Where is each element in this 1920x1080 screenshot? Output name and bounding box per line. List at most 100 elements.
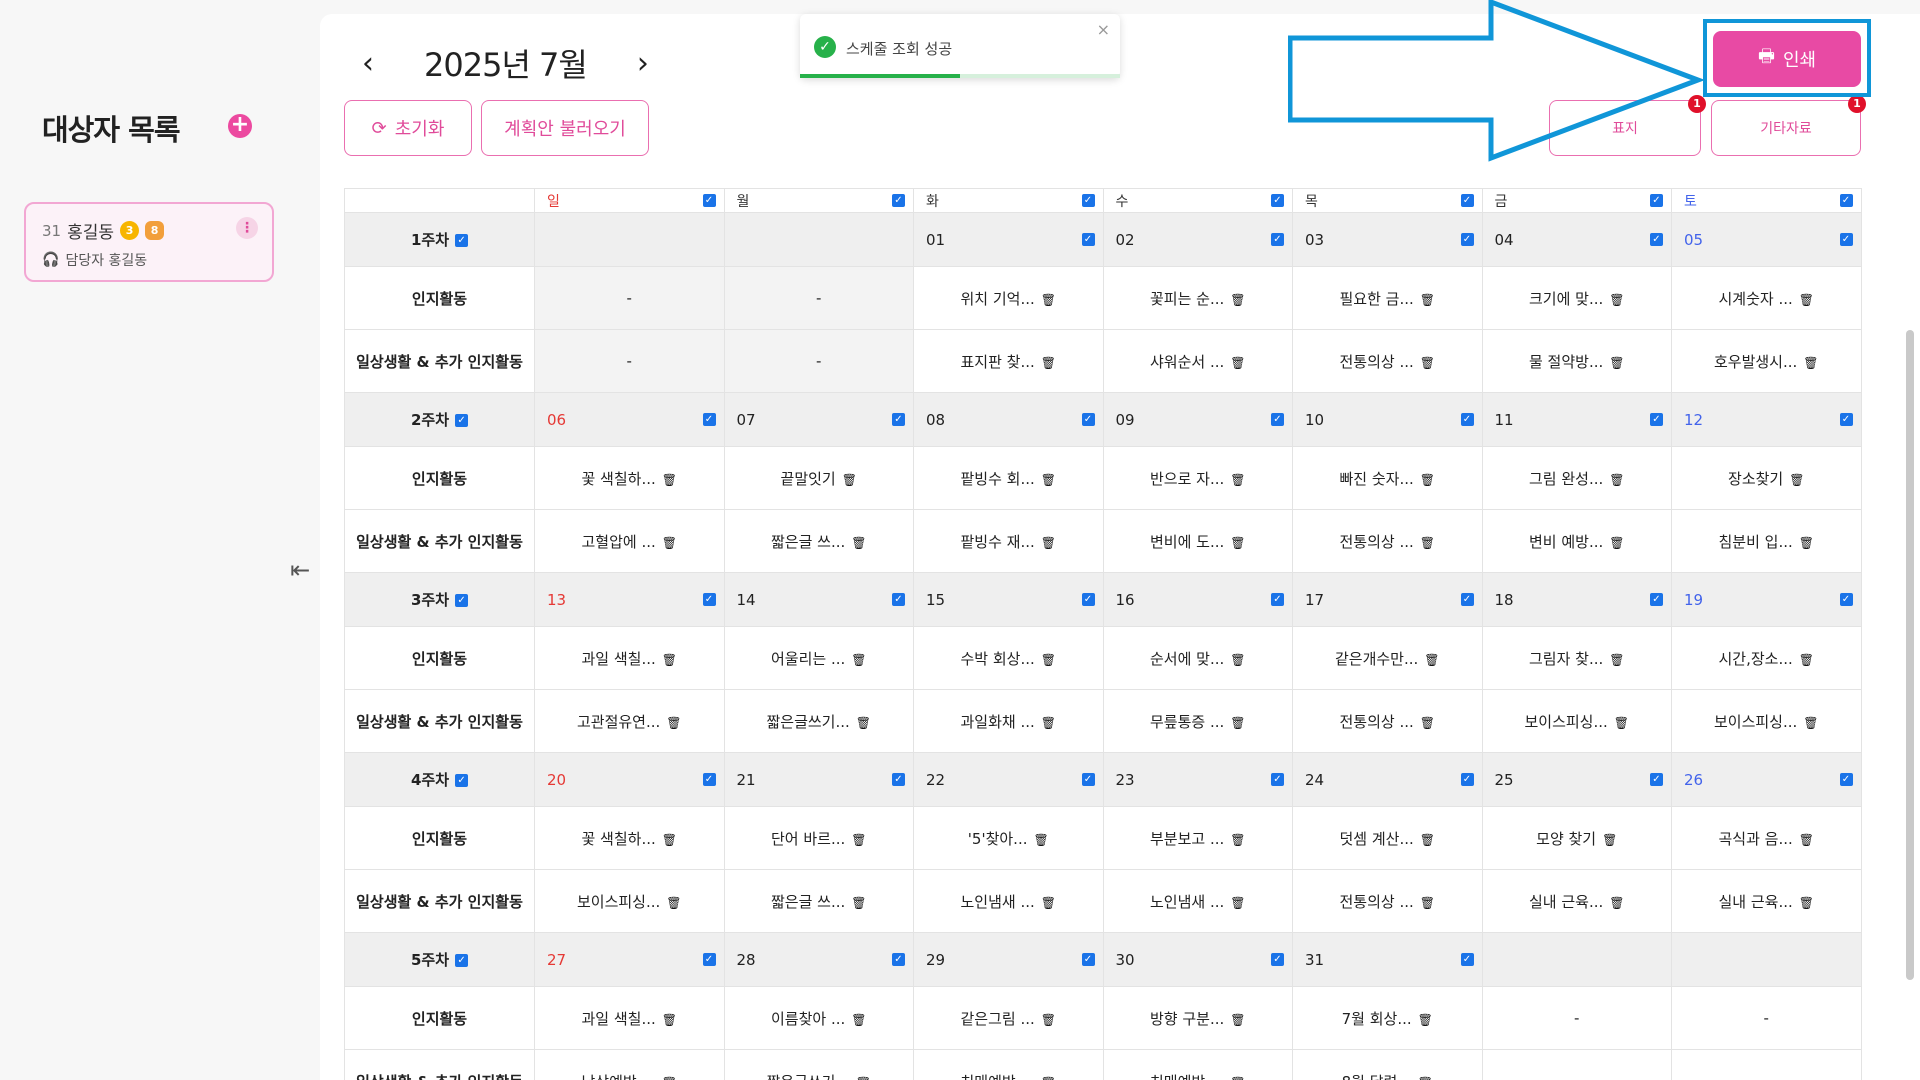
checkbox[interactable]: ✓ [455, 414, 469, 427]
activity-cell[interactable]: 필요한 금... 🗑 [1292, 266, 1483, 330]
activity-cell[interactable]: 시계숫자 ... 🗑 [1671, 266, 1862, 330]
trash-icon[interactable]: 🗑 [1803, 356, 1818, 370]
activity-cell[interactable]: 전통의상 ... 🗑 [1292, 869, 1483, 933]
trash-icon[interactable]: 🗑 [662, 473, 677, 487]
activity-cell[interactable]: 반으로 자... 🗑 [1102, 446, 1293, 510]
checkbox[interactable]: ✓ [1460, 952, 1474, 966]
activity-cell[interactable]: 모양 찾기 🗑 [1481, 806, 1672, 870]
trash-icon[interactable]: 🗑 [1609, 896, 1624, 910]
checkbox[interactable]: ✓ [1839, 772, 1853, 786]
activity-cell[interactable]: 짧은글 쓰... 🗑 [723, 869, 914, 933]
activity-cell[interactable]: 노인냄새 ... 🗑 [913, 869, 1104, 933]
trash-icon[interactable]: 🗑 [856, 716, 871, 730]
checkbox[interactable]: ✓ [892, 952, 905, 966]
trash-icon[interactable]: 🗑 [1230, 833, 1245, 847]
trash-icon[interactable]: 🗑 [1799, 833, 1814, 847]
prev-month-button[interactable]: ‹ [348, 46, 388, 81]
activity-cell[interactable]: 이름찾아 ... 🗑 [723, 986, 914, 1050]
trash-icon[interactable]: 🗑 [842, 473, 857, 487]
checkbox[interactable]: ✓ [1839, 592, 1853, 606]
activity-cell[interactable]: 물 절약방... 🗑 [1481, 329, 1672, 393]
activity-cell[interactable]: 같은개수만... 🗑 [1292, 626, 1483, 690]
activity-cell[interactable]: 변비에 도... 🗑 [1102, 509, 1293, 573]
trash-icon[interactable]: 🗑 [1041, 536, 1056, 550]
load-plan-button[interactable]: 계획안 불러오기 [481, 100, 649, 156]
trash-icon[interactable]: 🗑 [1041, 1076, 1056, 1080]
activity-cell[interactable]: 짧은글 쓰... 🗑 [723, 509, 914, 573]
activity-cell[interactable]: 방향 구분... 🗑 [1102, 986, 1293, 1050]
activity-cell[interactable]: 고관절유연... 🗑 [534, 689, 725, 753]
activity-cell[interactable]: 어울리는 ... 🗑 [723, 626, 914, 690]
activity-cell[interactable]: 빠진 숫자... 🗑 [1292, 446, 1483, 510]
activity-cell[interactable]: 위치 기억... 🗑 [913, 266, 1104, 330]
checkbox[interactable]: ✓ [455, 234, 469, 247]
activity-cell[interactable]: 꽃 색칠하... 🗑 [534, 806, 725, 870]
activity-cell[interactable]: 짧은글쓰기... 🗑 [723, 1049, 914, 1080]
checkbox[interactable]: ✓ [1271, 772, 1284, 786]
reset-button[interactable]: ⟳ 초기화 [344, 100, 472, 156]
trash-icon[interactable]: 🗑 [1230, 1076, 1245, 1080]
checkbox[interactable]: ✓ [455, 774, 469, 787]
trash-icon[interactable]: 🗑 [1420, 716, 1435, 730]
add-client-button[interactable]: + [228, 114, 252, 138]
checkbox[interactable]: ✓ [1650, 232, 1663, 246]
trash-icon[interactable]: 🗑 [666, 716, 681, 730]
checkbox[interactable]: ✓ [455, 594, 469, 607]
activity-cell[interactable]: 짧은글쓰기... 🗑 [723, 689, 914, 753]
activity-cell[interactable]: 전통의상 ... 🗑 [1292, 329, 1483, 393]
trash-icon[interactable]: 🗑 [1230, 716, 1245, 730]
trash-icon[interactable]: 🗑 [851, 536, 866, 550]
activity-cell[interactable]: '5'찾아... 🗑 [913, 806, 1104, 870]
trash-icon[interactable]: 🗑 [666, 896, 681, 910]
collapse-sidebar-icon[interactable]: ⇤ [290, 556, 310, 584]
trash-icon[interactable]: 🗑 [1033, 833, 1048, 847]
activity-cell[interactable]: 팥빙수 회... 🗑 [913, 446, 1104, 510]
activity-cell[interactable]: 표지판 찾... 🗑 [913, 329, 1104, 393]
trash-icon[interactable]: 🗑 [1418, 1076, 1433, 1080]
checkbox[interactable]: ✓ [702, 193, 716, 207]
activity-cell[interactable]: 꽃피는 순... 🗑 [1102, 266, 1293, 330]
checkbox[interactable]: ✓ [1081, 592, 1095, 606]
checkbox[interactable]: ✓ [1271, 952, 1284, 966]
checkbox[interactable]: ✓ [1839, 193, 1853, 207]
checkbox[interactable]: ✓ [892, 592, 905, 606]
trash-icon[interactable]: 🗑 [1230, 356, 1245, 370]
trash-icon[interactable]: 🗑 [1803, 716, 1818, 730]
activity-cell[interactable]: 그림자 찾... 🗑 [1481, 626, 1672, 690]
trash-icon[interactable]: 🗑 [1614, 716, 1629, 730]
trash-icon[interactable]: 🗑 [1418, 1013, 1433, 1027]
checkbox[interactable]: ✓ [1081, 412, 1095, 426]
activity-cell[interactable]: 순서에 맞... 🗑 [1102, 626, 1293, 690]
checkbox[interactable]: ✓ [1460, 772, 1474, 786]
activity-cell[interactable]: 크기에 맞... 🗑 [1481, 266, 1672, 330]
checkbox[interactable]: ✓ [1271, 412, 1284, 426]
activity-cell[interactable]: 시간,장소... 🗑 [1671, 626, 1862, 690]
checkbox[interactable]: ✓ [1460, 592, 1474, 606]
trash-icon[interactable]: 🗑 [1799, 653, 1814, 667]
trash-icon[interactable]: 🗑 [1420, 536, 1435, 550]
trash-icon[interactable]: 🗑 [1799, 536, 1814, 550]
checkbox[interactable]: ✓ [1081, 772, 1095, 786]
checkbox[interactable]: ✓ [1081, 952, 1095, 966]
trash-icon[interactable]: 🗑 [851, 833, 866, 847]
trash-icon[interactable]: 🗑 [1230, 473, 1245, 487]
activity-cell[interactable]: 팥빙수 재... 🗑 [913, 509, 1104, 573]
trash-icon[interactable]: 🗑 [851, 896, 866, 910]
trash-icon[interactable]: 🗑 [1230, 1013, 1245, 1027]
activity-cell[interactable]: 전통의상 ... 🗑 [1292, 689, 1483, 753]
trash-icon[interactable]: 🗑 [1609, 356, 1624, 370]
trash-icon[interactable]: 🗑 [1230, 896, 1245, 910]
checkbox[interactable]: ✓ [702, 412, 716, 426]
trash-icon[interactable]: 🗑 [662, 833, 677, 847]
activity-cell[interactable]: 단어 바르... 🗑 [723, 806, 914, 870]
checkbox[interactable]: ✓ [455, 954, 469, 967]
checkbox[interactable]: ✓ [1839, 232, 1853, 246]
trash-icon[interactable]: 🗑 [1230, 653, 1245, 667]
activity-cell[interactable]: 실내 근육... 🗑 [1481, 869, 1672, 933]
trash-icon[interactable]: 🗑 [1230, 536, 1245, 550]
next-month-button[interactable]: › [623, 46, 663, 81]
checkbox[interactable]: ✓ [702, 952, 716, 966]
print-button[interactable]: 🖶 인쇄 [1713, 31, 1861, 87]
activity-cell[interactable]: 8월 달력... 🗑 [1292, 1049, 1483, 1080]
trash-icon[interactable]: 🗑 [851, 653, 866, 667]
